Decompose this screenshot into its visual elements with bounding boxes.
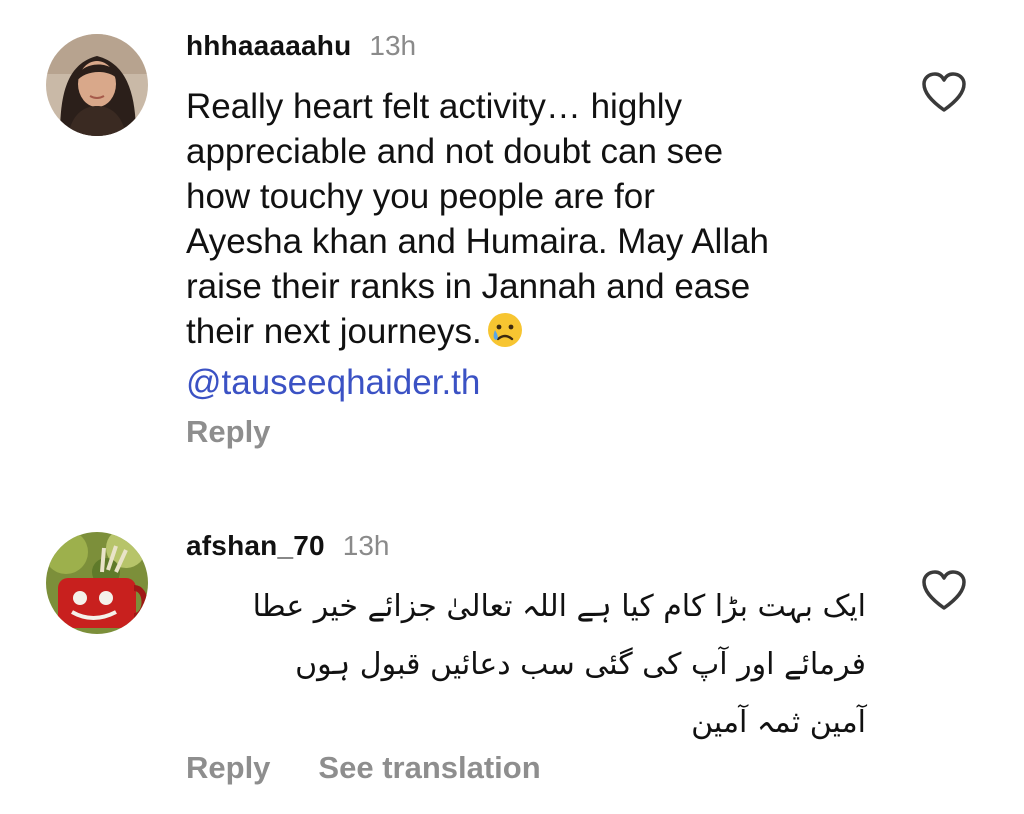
reply-button[interactable]: Reply — [186, 750, 270, 786]
comment-item: hhhaaaaahu 13h Really heart felt activit… — [0, 0, 1024, 480]
comment-header: afshan_70 13h — [186, 530, 389, 562]
comment-line: ایک بہت بڑا کام کیا ہے اللہ تعالیٰ جزائے… — [252, 589, 866, 624]
reply-button[interactable]: Reply — [186, 414, 270, 450]
comment-line: how touchy you people are for — [186, 177, 655, 216]
comment-line: raise their ranks in Jannah and ease — [186, 267, 751, 306]
comment-line: Really heart felt activity… highly — [186, 87, 683, 126]
comment-actions: Reply — [186, 414, 318, 450]
comment-item: afshan_70 13h ایک بہت بڑا کام کیا ہے الل… — [0, 480, 1024, 814]
like-button[interactable] — [920, 70, 968, 114]
heart-outline-icon — [922, 72, 966, 112]
mention-link[interactable]: @tauseeqhaider.th — [186, 360, 886, 405]
timestamp: 13h — [369, 30, 417, 61]
comment-line: Ayesha khan and Humaira. May Allah — [186, 222, 770, 261]
username[interactable]: afshan_70 — [186, 530, 325, 562]
comment-actions: Reply See translation — [186, 750, 589, 786]
heart-outline-icon — [922, 570, 966, 610]
comment-line: آمین ثمہ آمین — [691, 705, 866, 740]
see-translation-button[interactable]: See translation — [318, 750, 540, 786]
comment-text: ایک بہت بڑا کام کیا ہے اللہ تعالیٰ جزائے… — [186, 578, 866, 752]
comment-line-last: their next journeys. — [186, 309, 886, 360]
like-button[interactable] — [920, 568, 968, 612]
crying-face-icon — [486, 311, 524, 360]
avatar[interactable] — [46, 34, 148, 136]
comment-line: فرمائے اور آپ کی گئی سب دعائیں قبول ہوں — [295, 647, 866, 682]
comment-header: hhhaaaaahu 13h — [186, 30, 416, 62]
comment-line: appreciable and not doubt can see — [186, 132, 724, 171]
avatar[interactable] — [46, 532, 148, 634]
username[interactable]: hhhaaaaahu — [186, 30, 351, 62]
comment-line-text: their next journeys. — [186, 312, 482, 351]
timestamp: 13h — [342, 530, 390, 561]
comment-text: Really heart felt activity… highly appre… — [186, 84, 886, 405]
